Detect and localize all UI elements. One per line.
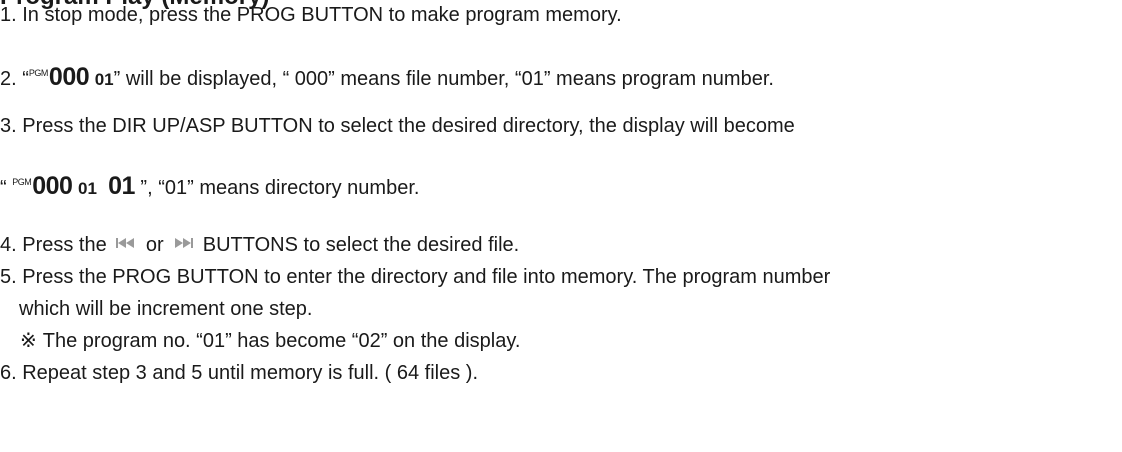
reference-mark-icon: ※ <box>20 330 37 352</box>
step-5-continuation: which will be increment one step. <box>19 298 313 320</box>
lcd-display-readout: PGM000 01 01 <box>12 170 135 201</box>
lcd-display-readout: PGM000 01 <box>29 61 114 92</box>
lcd-pgm-indicator: PGM <box>12 177 32 187</box>
step-2: 2. “PGM000 01” will be displayed, “ 000”… <box>0 61 774 92</box>
skip-back-icon <box>115 232 137 248</box>
step-4: 4. Press the or BUTTONS to select the de… <box>0 232 519 257</box>
step-5: 5. Press the PROG BUTTON to enter the di… <box>0 266 831 288</box>
step-1: 1. In stop mode, press the PROG BUTTON t… <box>0 4 622 26</box>
step-3-display-prefix: “ <box>0 177 13 199</box>
lcd-file-number: 000 <box>32 172 73 200</box>
lcd-pgm-indicator: PGM <box>28 68 49 78</box>
step-4-suffix: BUTTONS to select the desired file. <box>202 234 520 256</box>
lcd-program-number: 01 <box>94 70 114 89</box>
lcd-file-number: 000 <box>48 63 90 91</box>
lcd-program-number: 01 <box>78 179 97 198</box>
step-4-middle: or <box>145 234 164 256</box>
step-2-suffix: ” will be displayed, “ 000” means file n… <box>113 68 774 90</box>
step-6: 6. Repeat step 3 and 5 until memory is f… <box>0 362 478 384</box>
note: ※ The program no. “01” has become “02” on… <box>20 329 520 353</box>
step-2-prefix: 2. “ <box>0 68 29 90</box>
lcd-directory-number: 01 <box>108 172 135 200</box>
note-text: The program no. “01” has become “02” on … <box>42 330 521 352</box>
step-3: 3. Press the DIR UP/ASP BUTTON to select… <box>0 115 795 137</box>
step-3-display-suffix: ”, “01” means directory number. <box>134 177 420 199</box>
step-3-display: “ PGM000 01 01 ”, “01” means directory n… <box>0 170 419 201</box>
step-4-prefix: 4. Press the <box>0 234 107 256</box>
skip-forward-icon <box>172 232 194 248</box>
